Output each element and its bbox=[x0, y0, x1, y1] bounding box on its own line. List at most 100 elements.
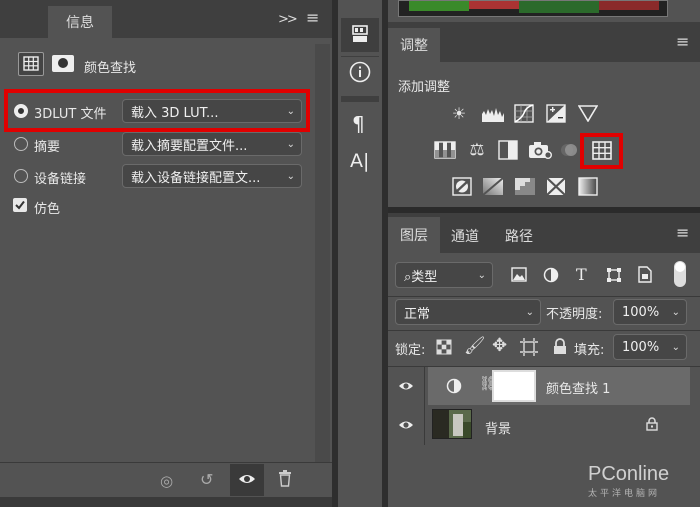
layers-divider bbox=[388, 296, 700, 297]
blend-mode-value: 正常 bbox=[404, 306, 431, 322]
double-chevron-right-icon[interactable]: >> bbox=[278, 12, 298, 27]
lock-image-pixels-icon[interactable]: 🖌︎ bbox=[464, 336, 486, 356]
layer-visibility-eye-icon[interactable] bbox=[398, 380, 414, 392]
tab-channels[interactable]: 通道 bbox=[451, 226, 479, 246]
black-white-icon[interactable] bbox=[498, 140, 518, 160]
fill-label: 填充: bbox=[574, 343, 605, 358]
tab-paths[interactable]: 路径 bbox=[505, 226, 533, 246]
left-footer-divider bbox=[0, 462, 332, 463]
radio-abstract[interactable] bbox=[14, 137, 28, 151]
blend-mode-dropdown[interactable]: 正常 ⌄ bbox=[395, 299, 541, 325]
tab-adjustments-label: 调整 bbox=[400, 38, 428, 54]
watermark-sub: 太平洋电脑网 bbox=[588, 489, 661, 499]
left-panel: 信息 >> ≡ 颜色查找 3DLUT 文件 载入 3D LUT... ⌄ 摘要 … bbox=[0, 0, 332, 507]
lut-file-dropdown[interactable]: 载入 3D LUT... ⌄ bbox=[122, 99, 302, 123]
tab-layers-label: 图层 bbox=[400, 228, 428, 244]
panel-title: 颜色查找 bbox=[84, 61, 137, 76]
watermark: PConline 太平洋电脑网 bbox=[588, 463, 698, 499]
layer-name-color-lookup: 颜色查找 1 bbox=[546, 382, 611, 397]
abstract-dropdown[interactable]: 载入摘要配置文件... ⌄ bbox=[122, 132, 302, 156]
info-icon[interactable] bbox=[349, 61, 371, 83]
devicelink-dropdown[interactable]: 载入设备链接配置文... ⌄ bbox=[122, 164, 302, 188]
panel-menu-icon[interactable]: ≡ bbox=[676, 223, 689, 242]
tab-info[interactable]: 信息 bbox=[48, 6, 112, 38]
option-abstract-label: 摘要 bbox=[34, 140, 61, 155]
brightness-contrast-icon[interactable]: ☀ bbox=[448, 103, 470, 125]
dither-label: 仿色 bbox=[34, 202, 61, 217]
gradient-map-icon[interactable] bbox=[578, 177, 598, 196]
panel-scrollbar[interactable] bbox=[315, 44, 330, 462]
adjustment-layer-icon bbox=[446, 378, 462, 394]
lock-artboard-icon[interactable] bbox=[520, 338, 538, 356]
view-previous-state-icon[interactable]: ◎ bbox=[160, 472, 173, 490]
toolbar-divider bbox=[341, 56, 379, 57]
adjustments-panel: 调整 ≡ 添加调整 ☀ ⚖ bbox=[388, 0, 700, 207]
tab-info-label: 信息 bbox=[66, 15, 94, 31]
layer-name-background: 背景 bbox=[485, 422, 512, 437]
filter-pixel-icon[interactable] bbox=[511, 267, 527, 282]
threshold-icon[interactable] bbox=[514, 177, 536, 196]
invert-icon[interactable] bbox=[452, 177, 472, 196]
tab-adjustments[interactable]: 调整 bbox=[388, 28, 440, 62]
histogram-strip bbox=[398, 0, 668, 17]
toolbar-divider bbox=[341, 96, 379, 102]
opacity-field[interactable]: 100% ⌄ bbox=[613, 299, 687, 325]
radio-3dlut[interactable] bbox=[14, 104, 28, 118]
channel-mixer-icon[interactable] bbox=[560, 141, 578, 159]
layer-mask-thumbnail[interactable] bbox=[492, 370, 536, 402]
option-devicelink-label: 设备链接 bbox=[34, 172, 87, 187]
panel-menu-icon[interactable]: ≡ bbox=[676, 32, 689, 51]
add-adjustment-label: 添加调整 bbox=[398, 80, 451, 95]
levels-icon[interactable] bbox=[481, 106, 505, 122]
chevron-down-icon: ⌄ bbox=[286, 170, 295, 182]
filter-shape-icon[interactable] bbox=[606, 267, 622, 283]
filter-search-icon: ⌕类型 bbox=[404, 269, 438, 285]
lut-file-value: 载入 3D LUT... bbox=[131, 105, 219, 121]
paragraph-icon[interactable]: ¶ bbox=[352, 112, 365, 136]
trash-icon[interactable] bbox=[278, 470, 292, 487]
panel-menu-icon[interactable]: ≡ bbox=[306, 8, 319, 27]
abstract-value: 载入摘要配置文件... bbox=[131, 138, 248, 154]
reset-icon[interactable]: ↺ bbox=[200, 470, 213, 489]
option-3dlut-label: 3DLUT 文件 bbox=[34, 107, 107, 122]
layer-lock-icon bbox=[646, 417, 658, 431]
filter-adjustment-icon[interactable] bbox=[543, 267, 559, 283]
opacity-label: 不透明度: bbox=[546, 307, 603, 322]
chevron-down-icon: ⌄ bbox=[525, 306, 534, 318]
radio-devicelink[interactable] bbox=[14, 169, 28, 183]
color-balance-icon[interactable]: ⚖ bbox=[466, 139, 488, 161]
exposure-icon[interactable] bbox=[546, 104, 566, 123]
filter-type-icon[interactable]: T bbox=[576, 265, 587, 284]
dither-checkbox[interactable] bbox=[13, 198, 27, 212]
chevron-down-icon: ⌄ bbox=[286, 105, 295, 117]
background-layer-thumbnail[interactable] bbox=[432, 409, 472, 439]
opacity-value: 100% bbox=[622, 304, 660, 320]
lock-all-icon[interactable] bbox=[553, 338, 567, 355]
chevron-down-icon: ⌄ bbox=[671, 306, 680, 318]
mask-icon[interactable] bbox=[52, 55, 74, 72]
lock-position-icon[interactable]: ✥ bbox=[492, 335, 507, 356]
layer-visibility-eye-icon[interactable] bbox=[398, 419, 414, 431]
filter-smart-object-icon[interactable] bbox=[638, 266, 652, 283]
layer-filter-dropdown[interactable]: ⌕类型 ⌄ bbox=[395, 262, 493, 288]
character-icon[interactable]: A| bbox=[350, 150, 369, 172]
watermark-brand: PConline bbox=[588, 463, 670, 485]
curves-icon[interactable] bbox=[514, 104, 534, 123]
layers-panel: 图层 通道 路径 ≡ ⌕类型 ⌄ T 正常 ⌄ 不透明度: 100% ⌄ 锁定: bbox=[388, 213, 700, 507]
layer-column-divider bbox=[424, 367, 425, 445]
layers-divider bbox=[388, 330, 700, 331]
hue-saturation-icon[interactable] bbox=[434, 141, 456, 159]
photo-filter-icon[interactable] bbox=[528, 141, 552, 160]
lock-transparent-pixels-icon[interactable] bbox=[436, 339, 452, 355]
chevron-down-icon: ⌄ bbox=[671, 341, 680, 353]
posterize-icon[interactable] bbox=[482, 177, 504, 196]
adjustment-type-icon bbox=[18, 52, 44, 76]
color-lookup-icon[interactable] bbox=[592, 141, 612, 160]
fill-field[interactable]: 100% ⌄ bbox=[613, 334, 687, 360]
selective-color-icon[interactable] bbox=[546, 177, 566, 196]
filter-toggle[interactable] bbox=[674, 261, 686, 287]
lock-label: 锁定: bbox=[395, 343, 426, 358]
tab-layers[interactable]: 图层 bbox=[388, 217, 440, 253]
left-panel-bottom-edge bbox=[0, 497, 332, 507]
vibrance-icon[interactable] bbox=[578, 104, 598, 122]
